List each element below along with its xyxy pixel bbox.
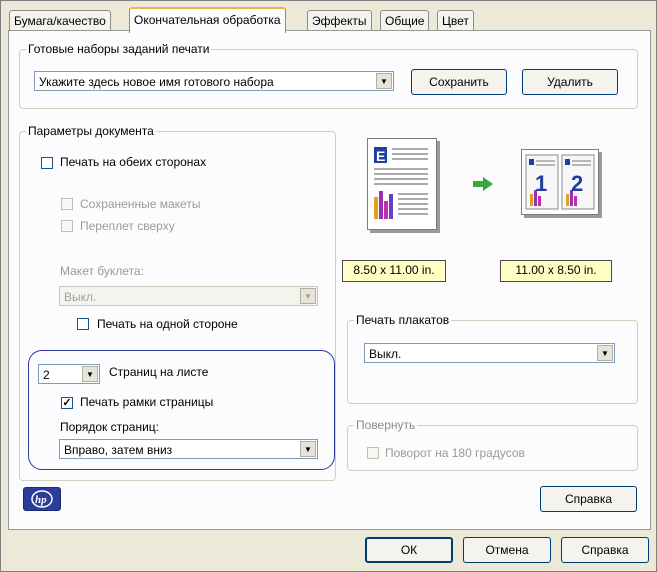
- help-button[interactable]: Справка: [561, 537, 649, 563]
- preset-name-value: Укажите здесь новое имя готового набора: [39, 75, 274, 89]
- poster-value: Выкл.: [369, 347, 402, 361]
- target-size-label: 11.00 x 8.50 in.: [500, 260, 612, 282]
- booklet-label: Макет буклета:: [60, 264, 144, 278]
- duplex-checkbox[interactable]: [41, 157, 53, 169]
- delete-preset-button[interactable]: Удалить: [522, 69, 618, 95]
- tab-effects[interactable]: Эффекты: [307, 10, 372, 31]
- one-side-label: Печать на одной стороне: [97, 317, 238, 331]
- source-page-preview: E: [367, 138, 437, 230]
- page-number-2: 2: [571, 171, 583, 196]
- page-letter: E: [376, 148, 385, 164]
- cancel-button[interactable]: Отмена: [463, 537, 551, 563]
- document-page-icon: E: [374, 147, 428, 219]
- source-size-label: 8.50 x 11.00 in.: [342, 260, 446, 282]
- document-options-legend: Параметры документа: [26, 124, 156, 138]
- duplex-label: Печать на обеих сторонах: [60, 155, 207, 169]
- hp-logo-icon: hp: [31, 490, 53, 508]
- tab-finishing[interactable]: Окончательная обработка: [129, 7, 286, 33]
- tab-color[interactable]: Цвет: [437, 10, 474, 31]
- two-up-page-icon: 1 2: [525, 154, 595, 210]
- ok-button[interactable]: ОК: [365, 537, 453, 563]
- arrow-right-icon: [473, 177, 493, 191]
- pages-per-sheet-highlight: [28, 350, 335, 470]
- help-inner-button[interactable]: Справка: [540, 486, 637, 512]
- one-side-checkbox[interactable]: [77, 318, 89, 330]
- tab-panel: Готовые наборы заданий печати Укажите зд…: [8, 30, 651, 530]
- presets-legend: Готовые наборы заданий печати: [26, 42, 212, 56]
- tab-paper-quality[interactable]: Бумага/качество: [9, 10, 111, 31]
- chevron-down-icon: ▼: [300, 288, 316, 304]
- poster-combo[interactable]: Выкл. ▼: [364, 343, 615, 363]
- flip-top-checkbox: [61, 220, 73, 232]
- booklet-combo: Выкл. ▼: [59, 286, 318, 306]
- rotate-180-checkbox: [367, 447, 379, 459]
- save-preset-button[interactable]: Сохранить: [411, 69, 507, 95]
- target-page-preview: 1 2: [521, 149, 599, 215]
- preset-name-combo[interactable]: Укажите здесь новое имя готового набора …: [34, 71, 394, 91]
- rotate-legend: Повернуть: [354, 418, 418, 432]
- chevron-down-icon[interactable]: ▼: [597, 345, 613, 361]
- poster-legend: Печать плакатов: [354, 313, 452, 327]
- hp-logo-text: hp: [35, 494, 47, 506]
- saved-layouts-checkbox: [61, 198, 73, 210]
- rotate-180-label: Поворот на 180 градусов: [385, 446, 525, 460]
- saved-layouts-label: Сохраненные макеты: [80, 197, 201, 211]
- hp-logo: hp: [23, 487, 61, 511]
- flip-top-label: Переплет сверху: [80, 219, 175, 233]
- chevron-down-icon[interactable]: ▼: [376, 73, 392, 89]
- booklet-value: Выкл.: [64, 290, 97, 304]
- tab-basics[interactable]: Общие: [380, 10, 430, 31]
- page-number-1: 1: [535, 171, 547, 196]
